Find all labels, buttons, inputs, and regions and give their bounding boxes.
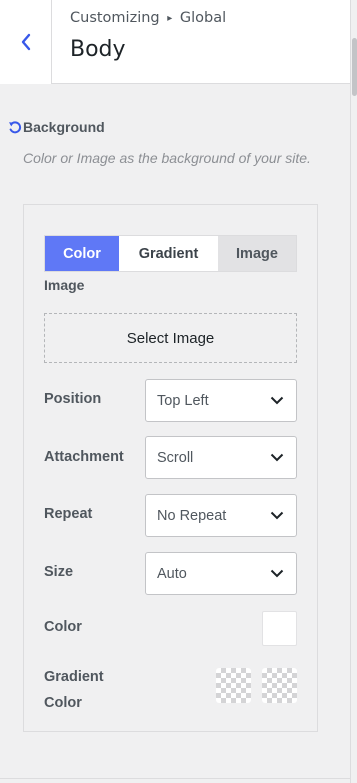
gradient-label-line2: Color — [44, 695, 82, 711]
scrollbar-thumb[interactable] — [352, 38, 357, 96]
background-section-header: Background — [8, 119, 105, 135]
image-label: Image — [44, 277, 85, 293]
breadcrumb: Customizing ▸ Global — [70, 10, 226, 26]
tab-image[interactable]: Image — [218, 236, 296, 271]
section-label: Background — [23, 119, 105, 135]
breadcrumb-separator: ▸ — [167, 13, 173, 24]
repeat-select[interactable]: No Repeat — [145, 494, 297, 537]
back-button[interactable] — [0, 0, 52, 84]
gradient-color-end-swatch[interactable] — [262, 668, 297, 703]
gradient-color-label: Gradient Color — [44, 664, 104, 716]
breadcrumb-child: Global — [179, 10, 227, 26]
chevron-down-icon — [270, 453, 284, 462]
color-swatch[interactable] — [262, 611, 297, 646]
color-label: Color — [44, 619, 82, 635]
breadcrumb-parent: Customizing — [70, 10, 160, 26]
divider — [0, 778, 350, 779]
gradient-label-line1: Gradient — [44, 669, 104, 685]
gradient-color-start-swatch[interactable] — [216, 668, 251, 703]
chevron-down-icon — [270, 396, 284, 405]
position-select[interactable]: Top Left — [145, 379, 297, 422]
page-title: Body — [70, 37, 126, 62]
section-description: Color or Image as the background of your… — [23, 150, 311, 166]
select-image-button[interactable]: Select Image — [44, 313, 297, 363]
position-label: Position — [44, 391, 102, 407]
attachment-label: Attachment — [44, 449, 124, 465]
customizer-header: Customizing ▸ Global Body — [0, 0, 350, 84]
tab-color[interactable]: Color — [45, 236, 119, 271]
tab-gradient[interactable]: Gradient — [119, 236, 218, 271]
background-type-tabs: Color Gradient Image — [44, 235, 297, 272]
repeat-label: Repeat — [44, 506, 93, 522]
chevron-left-icon — [21, 33, 30, 51]
background-panel: Color Gradient Image Image Select Image … — [23, 204, 318, 732]
size-select[interactable]: Auto — [145, 552, 297, 595]
reset-icon[interactable] — [8, 120, 23, 135]
scrollbar[interactable] — [350, 0, 357, 783]
size-label: Size — [44, 564, 74, 580]
position-value: Top Left — [157, 392, 209, 409]
attachment-value: Scroll — [157, 449, 194, 466]
repeat-value: No Repeat — [157, 507, 227, 524]
chevron-down-icon — [270, 569, 284, 578]
attachment-select[interactable]: Scroll — [145, 436, 297, 479]
size-value: Auto — [157, 565, 187, 582]
chevron-down-icon — [270, 511, 284, 520]
